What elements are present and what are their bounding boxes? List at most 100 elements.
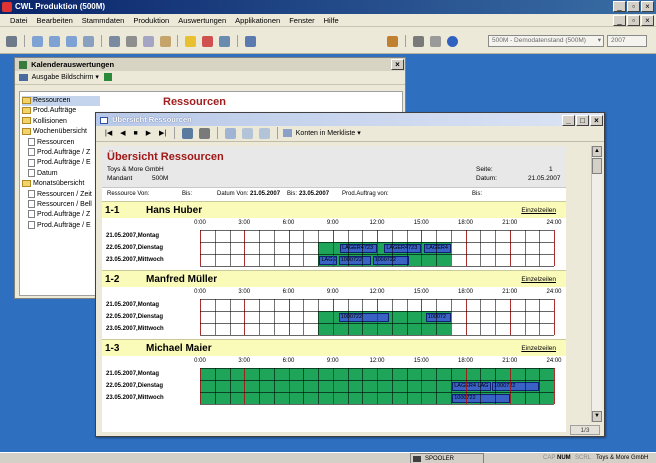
close-button[interactable]: × xyxy=(641,1,654,12)
grid-line xyxy=(347,299,349,335)
cut-icon[interactable] xyxy=(125,35,137,47)
chevron-down-icon: ▾ xyxy=(597,37,601,44)
app-title: CWL Produktion (500M) xyxy=(15,2,106,11)
mdi-minimize-button[interactable]: _ xyxy=(613,15,626,26)
database-select[interactable]: 500M - Demodatenstand (500M) ▾ xyxy=(488,35,604,47)
uebersicht-close-button[interactable]: × xyxy=(590,115,603,126)
excel-icon[interactable] xyxy=(103,73,112,82)
document-icon xyxy=(28,210,35,219)
filter-icon[interactable] xyxy=(241,127,253,139)
restore-button[interactable]: ▫ xyxy=(627,1,640,12)
search-icon[interactable] xyxy=(219,35,231,47)
order-bar[interactable]: LAGER4723 xyxy=(340,243,377,253)
order-bar[interactable]: LAGER4 xyxy=(424,243,451,253)
grid-line xyxy=(229,299,231,335)
mdi-close-button[interactable]: × xyxy=(641,15,654,26)
merkliste-dropdown[interactable]: Konten in Merkliste xyxy=(296,130,356,137)
report-tree: Ressourcen Prod.Aufträge Kollisionen Wochen… xyxy=(22,96,100,231)
stop-icon[interactable]: ■ xyxy=(134,130,138,137)
scroll-thumb[interactable] xyxy=(592,158,602,174)
tree-item[interactable]: Prod.Aufträge / Z xyxy=(22,148,100,158)
chevron-down-icon[interactable]: ▾ xyxy=(95,74,99,81)
grid-line xyxy=(200,266,554,267)
time-tick: 0:00 xyxy=(194,289,206,295)
tree-item[interactable]: Ressourcen xyxy=(22,96,100,107)
tree-item[interactable]: Prod.Aufträge xyxy=(22,106,100,116)
menu-item[interactable]: Bearbeiten xyxy=(37,16,73,25)
output-button[interactable]: Ausgabe Bildschirm xyxy=(32,74,94,81)
order-bar[interactable]: LAGER4 LAG xyxy=(452,381,491,391)
help-icon[interactable] xyxy=(446,35,458,47)
grid-line xyxy=(554,368,555,404)
uebersicht-maximize-button[interactable]: □ xyxy=(576,115,589,126)
print-icon[interactable] xyxy=(199,127,211,139)
time-tick: 12:00 xyxy=(369,358,385,364)
first-page-icon[interactable]: |◀ xyxy=(105,130,112,137)
print-icon[interactable] xyxy=(6,35,17,47)
menu-item[interactable]: Hilfe xyxy=(324,16,339,25)
tree-item[interactable]: Kollisionen xyxy=(22,117,100,127)
tree-item[interactable]: Ressourcen xyxy=(22,137,100,148)
menu-item[interactable]: Auswertungen xyxy=(178,16,226,25)
menu-item[interactable]: Applikationen xyxy=(235,16,280,25)
grid-line xyxy=(318,230,319,266)
tree-item[interactable]: Datum xyxy=(22,168,100,179)
chevron-down-icon[interactable]: ▾ xyxy=(357,130,361,137)
tree-item[interactable]: Prod.Aufträge / Z xyxy=(22,210,100,220)
star-icon[interactable] xyxy=(185,35,197,47)
printer-icon[interactable] xyxy=(412,35,424,47)
order-bar[interactable]: 100072 xyxy=(425,312,451,322)
tree-item[interactable]: Prod.Aufträge / E xyxy=(22,158,100,168)
next-page-icon[interactable]: ▶ xyxy=(146,130,151,137)
time-tick: 21:00 xyxy=(502,220,518,226)
report-scrollbar[interactable]: ▲ ▼ xyxy=(591,146,602,422)
save-icon[interactable] xyxy=(182,127,194,139)
einzelzeilen-link[interactable]: Einzelzeilen xyxy=(521,345,556,352)
copy-icon[interactable] xyxy=(142,35,154,47)
grid-line xyxy=(465,299,467,335)
order-bar[interactable]: 1000722 xyxy=(338,255,372,265)
db-icon[interactable] xyxy=(429,35,441,47)
order-bar[interactable]: 1000722 xyxy=(492,381,540,391)
zoom-icon[interactable] xyxy=(48,35,60,47)
folder-icon xyxy=(22,117,31,125)
einzelzeilen-link[interactable]: Einzelzeilen xyxy=(521,207,556,214)
tree-item[interactable]: Prod.Aufträge / E xyxy=(22,220,100,231)
scroll-up-icon[interactable]: ▲ xyxy=(592,146,602,157)
grid-icon[interactable] xyxy=(108,35,120,47)
minimize-button[interactable]: _ xyxy=(613,1,626,12)
scroll-down-icon[interactable]: ▼ xyxy=(592,411,602,422)
network-icon[interactable] xyxy=(245,35,257,47)
tools-icon[interactable] xyxy=(202,35,214,47)
menu-item[interactable]: Stammdaten xyxy=(82,16,125,25)
order-bar[interactable]: LAGER4723 xyxy=(384,243,422,253)
tree-item[interactable]: Ressourcen / Zeit xyxy=(22,189,100,200)
chart-icon[interactable] xyxy=(387,35,398,47)
window-icon[interactable] xyxy=(65,35,77,47)
einzelzeilen-link[interactable]: Einzelzeilen xyxy=(521,276,556,283)
tree-item[interactable]: Ressourcen / Bell xyxy=(22,200,100,210)
zoom-icon[interactable] xyxy=(225,127,236,139)
time-tick: 24:00 xyxy=(546,289,562,295)
grid-line xyxy=(406,230,408,266)
last-page-icon[interactable]: ▶| xyxy=(159,130,166,137)
kalender-close-button[interactable]: × xyxy=(391,59,404,70)
uebersicht-minimize-button[interactable]: _ xyxy=(562,115,575,126)
tree-item[interactable]: Wochenübersicht xyxy=(22,127,100,137)
tree-item[interactable]: Monatsübersicht xyxy=(22,179,100,189)
year-select[interactable]: 2007 xyxy=(607,35,647,47)
menu-item[interactable]: Fenster xyxy=(289,16,314,25)
preview-icon[interactable] xyxy=(31,35,43,47)
order-bar[interactable]: 1000722 xyxy=(338,312,389,322)
paste-icon[interactable] xyxy=(159,35,171,47)
list-icon[interactable] xyxy=(82,35,94,47)
mdi-restore-button[interactable]: ▫ xyxy=(627,15,640,26)
menu-item[interactable]: Datei xyxy=(10,16,28,25)
menu-item[interactable]: Produktion xyxy=(133,16,169,25)
order-bar[interactable]: LAGER4 xyxy=(319,255,338,265)
spooler-button[interactable]: SPOOLER xyxy=(410,453,484,463)
prev-page-icon[interactable]: ◀ xyxy=(120,130,125,137)
grid-line xyxy=(406,368,408,404)
filter-clear-icon[interactable] xyxy=(258,127,270,139)
list-icon[interactable] xyxy=(282,129,292,138)
